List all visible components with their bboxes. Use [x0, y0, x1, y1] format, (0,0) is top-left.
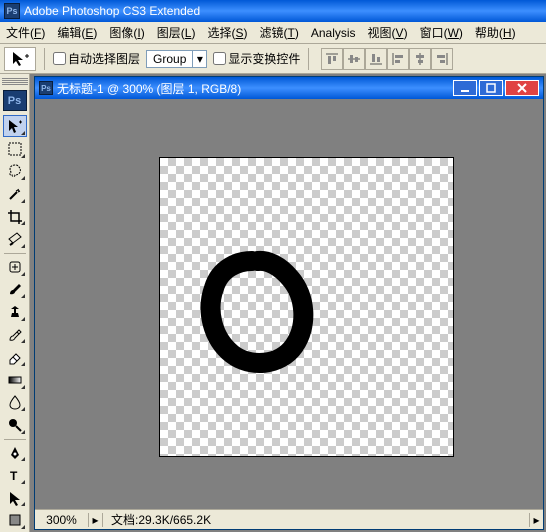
magic-wand-tool[interactable] — [3, 183, 27, 205]
align-right-button[interactable] — [431, 48, 453, 70]
tool-preset-button[interactable] — [4, 47, 36, 71]
align-left-button[interactable] — [387, 48, 409, 70]
document-window: Ps 无标题-1 @ 300% (图层 1, RGB/8) 300% ▸ — [34, 76, 544, 530]
menu-select[interactable]: 选择(S) — [201, 22, 253, 43]
document-info: 文档:29.3K/665.2K — [103, 511, 529, 528]
app-title-bar: Ps Adobe Photoshop CS3 Extended — [0, 0, 546, 22]
menu-layer[interactable]: 图层(L) — [151, 22, 202, 43]
toolbox: Ps T — [0, 74, 30, 532]
move-tool[interactable] — [3, 115, 27, 137]
tool-separator — [4, 439, 26, 440]
align-vcenter-button[interactable] — [343, 48, 365, 70]
show-transform-label: 显示变换控件 — [228, 50, 300, 67]
align-top-button[interactable] — [321, 48, 343, 70]
align-hcenter-button[interactable] — [409, 48, 431, 70]
menu-filter[interactable]: 滤镜(T) — [253, 22, 304, 43]
show-transform-input[interactable] — [213, 52, 226, 65]
gradient-tool[interactable] — [3, 369, 27, 391]
menu-file[interactable]: 文件(F) — [0, 22, 51, 43]
dodge-tool[interactable] — [3, 414, 27, 436]
path-selection-tool[interactable] — [3, 487, 27, 509]
align-buttons — [321, 48, 453, 70]
maximize-button[interactable] — [479, 80, 503, 96]
slice-tool[interactable] — [3, 228, 27, 250]
zoom-field[interactable]: 300% — [35, 513, 89, 527]
menu-edit[interactable]: 编辑(E) — [51, 22, 103, 43]
divider — [44, 48, 45, 70]
status-bar: 300% ▸ 文档:29.3K/665.2K ▸ — [35, 509, 543, 529]
auto-select-checkbox[interactable]: 自动选择图层 — [53, 50, 140, 67]
align-bottom-button[interactable] — [365, 48, 387, 70]
document-title: 无标题-1 @ 300% (图层 1, RGB/8) — [57, 80, 241, 97]
auto-select-label: 自动选择图层 — [68, 50, 140, 67]
toolbox-handle[interactable] — [2, 78, 28, 86]
pen-tool[interactable] — [3, 442, 27, 464]
workspace: Ps T Ps 无标题-1 @ 300% (图层 1, RGB/8) — [0, 74, 546, 532]
group-select[interactable]: Group ▾ — [146, 50, 207, 68]
show-transform-checkbox[interactable]: 显示变换控件 — [213, 50, 300, 67]
photoshop-icon: Ps — [4, 3, 20, 19]
menu-window[interactable]: 窗口(W) — [414, 22, 469, 43]
menu-image[interactable]: 图像(I) — [103, 22, 150, 43]
canvas-area: Ps 无标题-1 @ 300% (图层 1, RGB/8) 300% ▸ — [30, 74, 546, 532]
canvas[interactable] — [159, 157, 454, 457]
history-brush-tool[interactable] — [3, 324, 27, 346]
chevron-down-icon: ▾ — [192, 51, 206, 67]
zoom-dropdown[interactable]: ▸ — [89, 513, 103, 527]
eraser-tool[interactable] — [3, 346, 27, 368]
move-cursor-icon — [11, 50, 29, 68]
auto-select-input[interactable] — [53, 52, 66, 65]
divider — [308, 48, 309, 70]
menu-analysis[interactable]: Analysis — [305, 24, 362, 42]
type-tool[interactable]: T — [3, 464, 27, 486]
document-body[interactable] — [35, 99, 543, 509]
photoshop-icon: Ps — [39, 81, 53, 95]
marquee-tool[interactable] — [3, 138, 27, 160]
brush-stroke-icon — [190, 248, 320, 378]
brush-tool[interactable] — [3, 279, 27, 301]
menu-help[interactable]: 帮助(H) — [469, 22, 522, 43]
photoshop-badge-icon: Ps — [3, 90, 27, 112]
group-select-value: Group — [147, 52, 192, 66]
minimize-button[interactable] — [453, 80, 477, 96]
options-bar: 自动选择图层 Group ▾ 显示变换控件 — [0, 44, 546, 74]
blur-tool[interactable] — [3, 392, 27, 414]
tool-separator — [4, 253, 26, 254]
document-title-bar[interactable]: Ps 无标题-1 @ 300% (图层 1, RGB/8) — [35, 77, 543, 99]
menu-view[interactable]: 视图(V) — [362, 22, 414, 43]
app-title: Adobe Photoshop CS3 Extended — [24, 4, 200, 18]
clone-stamp-tool[interactable] — [3, 301, 27, 323]
crop-tool[interactable] — [3, 206, 27, 228]
close-button[interactable] — [505, 80, 539, 96]
shape-tool[interactable] — [3, 509, 27, 531]
lasso-tool[interactable] — [3, 161, 27, 183]
healing-brush-tool[interactable] — [3, 256, 27, 278]
svg-text:T: T — [10, 469, 18, 483]
menu-bar: 文件(F) 编辑(E) 图像(I) 图层(L) 选择(S) 滤镜(T) Anal… — [0, 22, 546, 44]
status-menu-button[interactable]: ▸ — [529, 513, 543, 527]
